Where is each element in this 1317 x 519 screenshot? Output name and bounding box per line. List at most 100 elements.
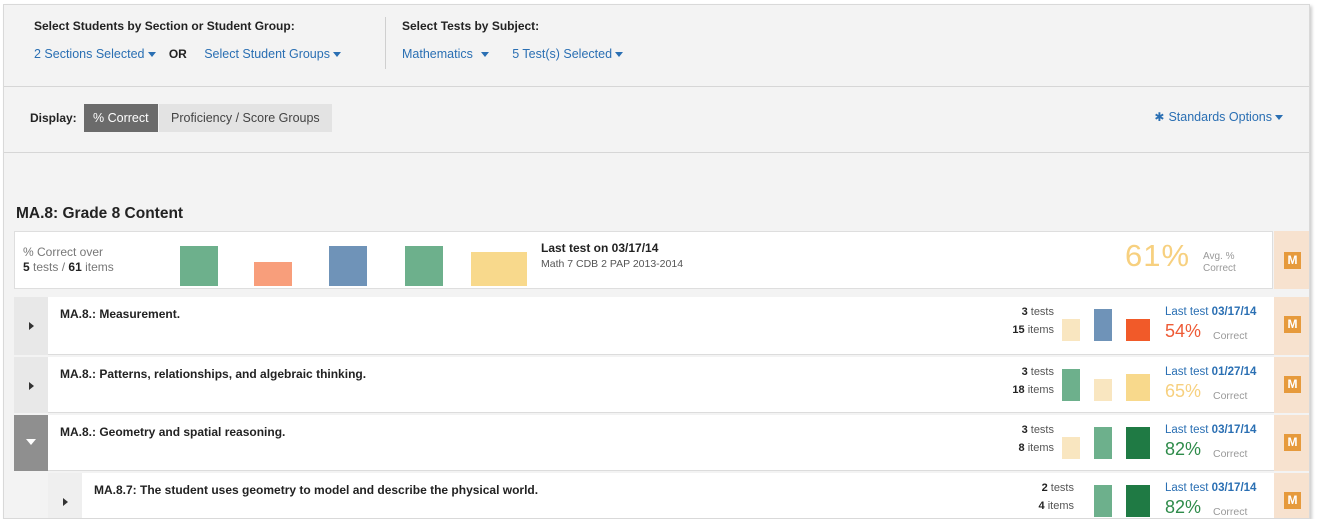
pct-correct-button[interactable]: % Correct <box>84 104 158 132</box>
tests-word: tests <box>1027 366 1054 378</box>
tests-items-count: 2 tests 4 items <box>1039 479 1074 515</box>
standards-panel: Select Students by Section or Student Gr… <box>3 4 1310 519</box>
row-last-test: Last test 03/17/14 <box>1165 424 1256 436</box>
tests-count-line: 3 tests <box>1019 421 1054 439</box>
caret-down-icon <box>615 52 624 58</box>
standard-row[interactable]: MA.8.: Measurement. 3 tests 15 items Last t… <box>14 297 1274 355</box>
subject-dropdown[interactable]: Mathematics <box>402 47 489 61</box>
row-correct-label: Correct <box>1213 506 1248 518</box>
chevron-down-icon <box>26 439 36 445</box>
standards-options-label: Standards Options <box>1168 110 1272 124</box>
expand-toggle[interactable] <box>14 297 48 355</box>
subject-dropdown-label: Mathematics <box>402 47 473 61</box>
section-title: MA.8: Grade 8 Content <box>16 205 184 222</box>
student-groups-label: Select Student Groups <box>204 47 330 61</box>
standard-row[interactable]: MA.8.: Geometry and spatial reasoning. 3 … <box>14 415 1274 471</box>
row-bar <box>1062 437 1080 459</box>
row-last-test: Last test 01/27/14 <box>1165 366 1256 378</box>
last-test-label: Last test <box>1165 366 1212 378</box>
test-selector-group: Select Tests by Subject: Mathematics 5 T… <box>402 19 624 61</box>
items-word: items <box>1024 384 1054 396</box>
selector-bar: Select Students by Section or Student Gr… <box>4 5 1309 87</box>
items-count-line: 4 items <box>1039 497 1074 515</box>
summary-tests-word: tests / <box>33 260 66 274</box>
indent-spacer <box>14 473 48 518</box>
items-count-line: 15 items <box>1012 321 1054 339</box>
tests-items-count: 3 tests 15 items <box>1012 303 1054 339</box>
avg-label-line1: Avg. % <box>1203 251 1235 262</box>
last-test-date: 03/17/14 <box>1211 306 1257 318</box>
sections-dropdown[interactable]: 2 Sections Selected <box>34 47 156 61</box>
standard-title[interactable]: MA.8.: Geometry and spatial reasoning. <box>60 425 285 439</box>
standard-title[interactable]: MA.8.7: The student uses geometry to mod… <box>94 483 538 497</box>
last-test-date: 01/27/14 <box>1211 366 1257 378</box>
summary-last-test: Last test on 03/17/14 <box>541 241 659 255</box>
items-count-line: 8 items <box>1019 439 1054 457</box>
summary-bar <box>254 262 292 286</box>
summary-last-test-name: Math 7 CDB 2 PAP 2013-2014 <box>541 258 684 270</box>
items-count-line: 18 items <box>1012 381 1054 399</box>
tests-dropdown-label: 5 Test(s) Selected <box>512 47 613 61</box>
mastery-badge[interactable]: M <box>1284 316 1301 333</box>
items-word: items <box>1044 500 1074 512</box>
row-last-test: Last test 03/17/14 <box>1165 482 1256 494</box>
summary-bar <box>180 246 218 286</box>
summary-counts: % Correct over 5 tests / 61 items <box>23 245 114 275</box>
mastery-badge[interactable]: M <box>1284 376 1301 393</box>
standard-title[interactable]: MA.8.: Patterns, relationships, and alge… <box>60 367 366 381</box>
mastery-badge[interactable]: M <box>1284 252 1301 269</box>
summary-bar <box>471 252 527 286</box>
caret-down-icon <box>332 52 341 58</box>
caret-down-icon <box>147 52 156 58</box>
tests-dropdown[interactable]: 5 Test(s) Selected <box>512 47 624 61</box>
summary-row: % Correct over 5 tests / 61 items Last t… <box>14 231 1273 289</box>
row-bar <box>1094 427 1112 459</box>
expand-toggle[interactable] <box>48 473 82 518</box>
standard-title[interactable]: MA.8.: Measurement. <box>60 307 180 321</box>
row-pct-correct: 65% <box>1165 381 1202 401</box>
summary-tests-count: 5 <box>23 260 30 274</box>
row-bar <box>1094 379 1112 401</box>
mastery-badge[interactable]: M <box>1284 434 1301 451</box>
display-bar: Display: % Correct Proficiency / Score G… <box>4 87 1309 153</box>
row-bar <box>1126 374 1150 401</box>
tests-count-line: 2 tests <box>1039 479 1074 497</box>
proficiency-button[interactable]: Proficiency / Score Groups <box>159 104 332 132</box>
standard-row[interactable]: MA.8.7: The student uses geometry to mod… <box>14 473 1274 518</box>
summary-mastery-cell: M <box>1274 231 1309 289</box>
tests-word: tests <box>1047 482 1074 494</box>
items-num: 18 <box>1012 384 1025 396</box>
display-label: Display: <box>30 111 77 125</box>
expand-toggle[interactable] <box>14 357 48 413</box>
tests-count-line: 3 tests <box>1012 363 1054 381</box>
last-test-label: Last test <box>1165 482 1212 494</box>
gear-icon: ✱ <box>1154 110 1165 124</box>
summary-items-count: 61 <box>68 260 82 274</box>
last-test-date: 03/17/14 <box>1211 482 1257 494</box>
row-correct-label: Correct <box>1213 390 1248 402</box>
row-last-test: Last test 03/17/14 <box>1165 306 1256 318</box>
row-mastery-cell: M <box>1274 297 1309 355</box>
row-correct-label: Correct <box>1213 330 1248 342</box>
caret-down-icon <box>1275 115 1283 121</box>
last-test-label: Last test <box>1165 306 1212 318</box>
chevron-right-icon <box>29 322 34 330</box>
tests-word: tests <box>1027 424 1054 436</box>
tests-count-line: 3 tests <box>1012 303 1054 321</box>
student-groups-dropdown[interactable]: Select Student Groups <box>204 47 341 61</box>
standards-options-dropdown[interactable]: ✱ Standards Options <box>1154 110 1283 124</box>
mastery-badge[interactable]: M <box>1284 492 1301 509</box>
row-mastery-cell: M <box>1274 415 1309 471</box>
row-bar <box>1062 319 1080 341</box>
row-mastery-cell: M <box>1274 357 1309 413</box>
standard-row[interactable]: MA.8.: Patterns, relationships, and alge… <box>14 357 1274 413</box>
row-mastery-cell: M <box>1274 473 1309 518</box>
items-word: items <box>1024 442 1054 454</box>
students-label: Select Students by Section or Student Gr… <box>34 19 295 33</box>
summary-bar <box>329 246 367 286</box>
row-pct-correct: 82% <box>1165 497 1202 517</box>
summary-avg-label: Avg. % Correct <box>1203 251 1236 275</box>
expand-toggle[interactable] <box>14 415 48 471</box>
row-bar <box>1094 309 1112 341</box>
row-pct-correct: 54% <box>1165 321 1202 341</box>
